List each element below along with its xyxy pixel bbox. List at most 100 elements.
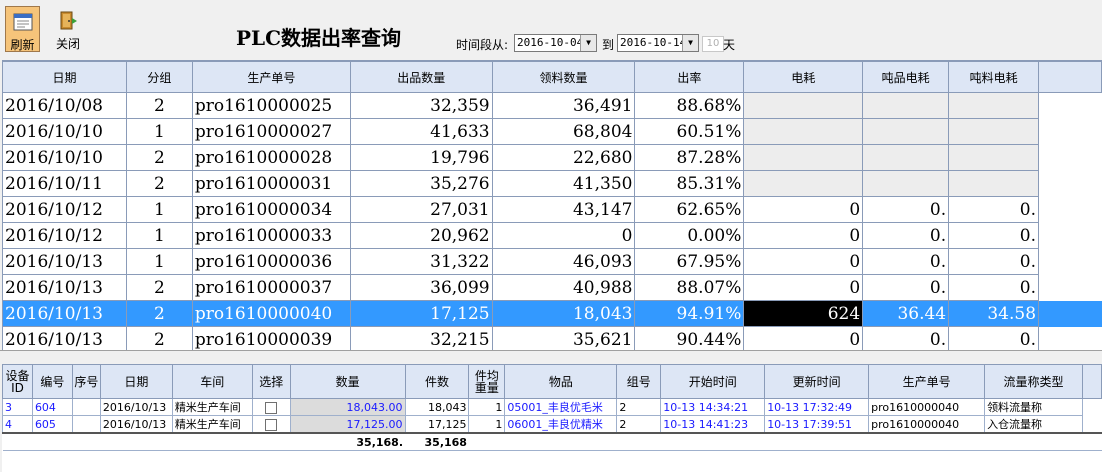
cell-power-per-material[interactable] [948, 118, 1040, 145]
cell-order[interactable]: pro1610000034 [191, 196, 351, 223]
cell-power-per-material[interactable]: 0. [948, 196, 1040, 223]
cell-group-no[interactable]: 2 [616, 415, 662, 434]
grid-splitter[interactable] [0, 350, 1102, 363]
detail-col-avg-weight[interactable]: 件均重量 [468, 364, 506, 399]
col-header-group[interactable]: 分组 [125, 61, 193, 93]
cell-power-per-material[interactable]: 0. [948, 274, 1040, 301]
cell-order[interactable]: pro1610000033 [191, 222, 351, 249]
cell-update-time[interactable]: 10-13 17:39:51 [764, 415, 870, 434]
detail-col-select[interactable]: 选择 [251, 364, 291, 399]
cell-order[interactable]: pro1610000036 [191, 248, 351, 275]
cell-output[interactable]: 31,322 [349, 248, 493, 275]
select-checkbox[interactable] [265, 401, 278, 414]
cell-input[interactable]: 18,043 [491, 300, 636, 327]
detail-col-count[interactable]: 件数 [404, 364, 470, 399]
table-row[interactable]: 2016/10/13 1 pro1610000036 31,322 46,093 67.9… [2, 248, 1102, 275]
cell-item[interactable]: 06001_丰良优精米 [504, 415, 618, 434]
cell-power-per-product[interactable] [862, 144, 950, 171]
detail-col-start-time[interactable]: 开始时间 [660, 364, 766, 399]
table-row[interactable]: 2016/10/10 2 pro1610000028 19,796 22,680 87.2… [2, 144, 1102, 171]
cell-output[interactable]: 32,359 [349, 92, 493, 119]
cell-date[interactable]: 2016/10/12 [2, 222, 127, 249]
detail-col-scale-type[interactable]: 流量称类型 [984, 364, 1083, 399]
table-row[interactable]: 2016/10/11 2 pro1610000031 35,276 41,350 85.3… [2, 170, 1102, 197]
cell-power[interactable]: 0 [743, 222, 864, 249]
cell-order[interactable]: pro1610000040 [868, 415, 986, 434]
cell-input[interactable]: 46,093 [491, 248, 636, 275]
cell-avg-weight[interactable]: 1 [468, 398, 506, 416]
detail-col-item[interactable]: 物品 [504, 364, 618, 399]
cell-rate[interactable]: 88.07% [634, 274, 745, 301]
col-header-order[interactable]: 生产单号 [191, 61, 351, 93]
cell-output[interactable]: 41,633 [349, 118, 493, 145]
table-row[interactable]: 2016/10/13 2 pro1610000037 36,099 40,988 88.0… [2, 274, 1102, 301]
cell-rate[interactable]: 85.31% [634, 170, 745, 197]
cell-output[interactable]: 35,276 [349, 170, 493, 197]
cell-power-per-product[interactable] [862, 92, 950, 119]
cell-device-id[interactable]: 4 [2, 415, 33, 434]
cell-date[interactable]: 2016/10/11 [2, 170, 127, 197]
cell-power[interactable]: 0 [743, 196, 864, 223]
cell-order[interactable]: pro1610000025 [191, 92, 351, 119]
cell-seq[interactable] [71, 415, 101, 434]
table-row[interactable]: 2016/10/12 1 pro1610000033 20,962 0 0.00% 0 0. 0… [2, 222, 1102, 249]
col-header-date[interactable]: 日期 [2, 61, 127, 93]
cell-date[interactable]: 2016/10/12 [2, 196, 127, 223]
cell-power-per-material[interactable] [948, 92, 1040, 119]
select-checkbox[interactable] [265, 418, 278, 431]
detail-col-code[interactable]: 编号 [31, 364, 73, 399]
cell-input[interactable]: 0 [491, 222, 636, 249]
table-row[interactable]: 2016/10/12 1 pro1610000034 27,031 43,147 62.6… [2, 196, 1102, 223]
col-header-rate[interactable]: 出率 [634, 61, 745, 93]
cell-group[interactable]: 1 [125, 196, 193, 223]
detail-col-date[interactable]: 日期 [99, 364, 173, 399]
cell-avg-weight[interactable]: 1 [468, 415, 506, 434]
cell-rate[interactable]: 90.44% [634, 326, 745, 351]
cell-order[interactable]: pro1610000031 [191, 170, 351, 197]
cell-output[interactable]: 27,031 [349, 196, 493, 223]
cell-group[interactable]: 2 [125, 144, 193, 171]
detail-col-workshop[interactable]: 车间 [171, 364, 253, 399]
cell-output[interactable]: 32,215 [349, 326, 493, 351]
table-row[interactable]: 2016/10/08 2 pro1610000025 32,359 36,491 88.6… [2, 92, 1102, 119]
cell-workshop[interactable]: 精米生产车间 [171, 398, 253, 416]
cell-power-per-product[interactable] [862, 170, 950, 197]
cell-input[interactable]: 35,621 [491, 326, 636, 351]
cell-group[interactable]: 2 [125, 326, 193, 351]
col-header-output[interactable]: 出品数量 [349, 61, 493, 93]
cell-input[interactable]: 40,988 [491, 274, 636, 301]
cell-code[interactable]: 605 [31, 415, 73, 434]
cell-start-time[interactable]: 10-13 14:34:21 [660, 398, 766, 416]
table-row[interactable]: 4 605 2016/10/13 精米生产车间 17,125.00 17,125 1 0600… [2, 415, 1102, 434]
table-row[interactable]: 2016/10/13 2 pro1610000039 32,215 35,621 90.4… [2, 326, 1102, 351]
detail-col-quantity[interactable]: 数量 [289, 364, 406, 399]
col-header-input[interactable]: 领料数量 [491, 61, 636, 93]
cell-quantity[interactable]: 17,125.00 [289, 415, 406, 434]
detail-data-grid[interactable]: 设备ID 编号 序号 日期 车间 选择 数量 件数 件均重量 物品 组号 开始时… [2, 364, 1102, 472]
cell-select[interactable] [251, 415, 291, 434]
cell-power[interactable] [743, 170, 864, 197]
cell-power-per-material[interactable]: 0. [948, 248, 1040, 275]
cell-group[interactable]: 2 [125, 170, 193, 197]
cell-power[interactable]: 0 [743, 248, 864, 275]
chevron-down-icon[interactable]: ▼ [682, 35, 698, 51]
cell-power-per-product[interactable]: 0. [862, 248, 950, 275]
cell-power-per-product[interactable]: 0. [862, 274, 950, 301]
cell-order[interactable]: pro1610000037 [191, 274, 351, 301]
cell-seq[interactable] [71, 398, 101, 416]
cell-date[interactable]: 2016/10/08 [2, 92, 127, 119]
cell-update-time[interactable]: 10-13 17:32:49 [764, 398, 870, 416]
cell-code[interactable]: 604 [31, 398, 73, 416]
cell-group[interactable]: 2 [125, 92, 193, 119]
cell-order[interactable]: pro1610000028 [191, 144, 351, 171]
cell-date[interactable]: 2016/10/13 [2, 248, 127, 275]
cell-order[interactable]: pro1610000040 [191, 300, 351, 327]
cell-power[interactable]: 0 [743, 326, 864, 351]
detail-col-device-id[interactable]: 设备ID [2, 364, 33, 399]
refresh-button[interactable]: 刷新 [5, 6, 40, 52]
close-button[interactable]: 关闭 [50, 6, 86, 51]
cell-order[interactable]: pro1610000027 [191, 118, 351, 145]
cell-date[interactable]: 2016/10/13 [99, 415, 173, 434]
cell-input[interactable]: 41,350 [491, 170, 636, 197]
cell-count[interactable]: 18,043 [404, 398, 470, 416]
